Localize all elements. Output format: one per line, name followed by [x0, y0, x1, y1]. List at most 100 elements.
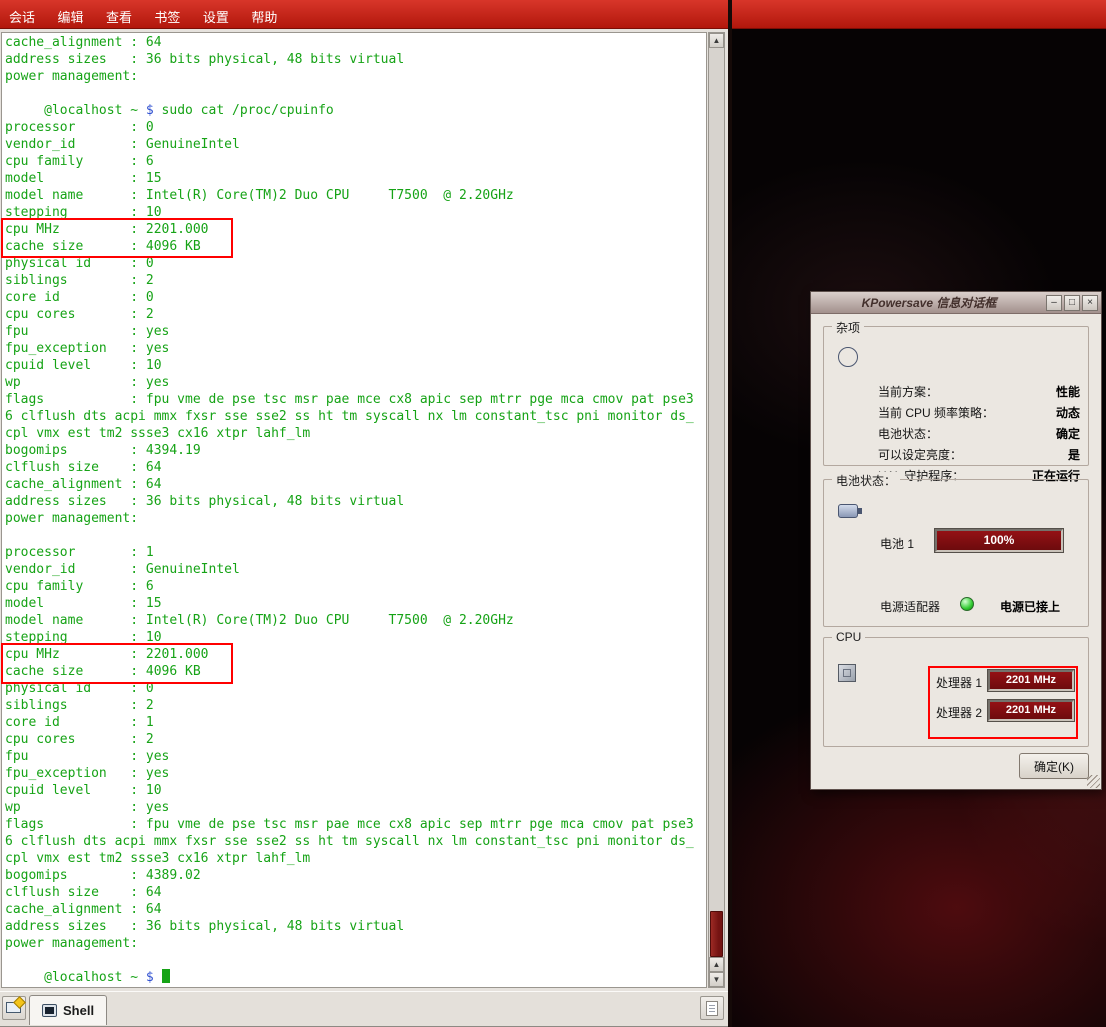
terminal-line: cache_alignment : 64 [5, 901, 694, 918]
terminal-line: model name : Intel(R) Core(TM)2 Duo CPU … [5, 187, 694, 204]
scroll-up-icon[interactable]: ▲ [709, 33, 724, 48]
terminal-line: power management: [5, 510, 694, 527]
processor-1-freq: 2201 MHz [1006, 674, 1056, 686]
terminal-line [5, 952, 694, 969]
terminal-line: cpu family : 6 [5, 578, 694, 595]
menu-edit[interactable]: 编辑 [48, 0, 92, 26]
processor-2-label: 处理器 2 [936, 704, 982, 721]
terminal-line: flags : fpu vme de pse tsc msr pae mce c… [5, 816, 694, 833]
terminal-line: clflush size : 64 [5, 884, 694, 901]
terminal-line: power management: [5, 935, 694, 952]
terminal-line: power management: [5, 68, 694, 85]
session-list-icon [706, 1001, 718, 1016]
terminal-line: siblings : 2 [5, 272, 694, 289]
scroll-down-icon[interactable]: ▼ [709, 972, 724, 987]
terminal-line: bogomips : 4389.02 [5, 867, 694, 884]
menu-view[interactable]: 查看 [97, 0, 141, 26]
terminal-tabbar: Shell [0, 991, 728, 1027]
kpowersave-dialog: KPowersave 信息对话框 – □ × 杂项 当前方案： 性能 当前 CP… [810, 291, 1102, 790]
battery-progress-bar: 100% [935, 529, 1063, 552]
terminal-cursor [162, 969, 170, 983]
maximize-button[interactable]: □ [1064, 295, 1080, 311]
misc-row: 可以设定亮度： 是 [878, 446, 1080, 467]
shell-icon [42, 1004, 57, 1017]
terminal-line: 6 clflush dts acpi mmx fxsr sse sse2 ss … [5, 408, 694, 425]
terminal-line: clflush size : 64 [5, 459, 694, 476]
terminal-line: cpu cores : 2 [5, 306, 694, 323]
new-session-icon [6, 1002, 21, 1013]
terminal-line: 6 clflush dts acpi mmx fxsr sse sse2 ss … [5, 833, 694, 850]
processor-2-freq: 2201 MHz [1006, 704, 1056, 716]
cpu-icon [838, 664, 856, 682]
terminal-line: bogomips : 4394.19 [5, 442, 694, 459]
kpowersave-icon [838, 347, 858, 367]
terminal-line: cpu family : 6 [5, 153, 694, 170]
terminal-menubar: 会话 编辑 查看 书签 设置 帮助 [0, 0, 1106, 29]
tab-shell[interactable]: Shell [29, 995, 107, 1025]
processor-1-label: 处理器 1 [936, 674, 982, 691]
terminal-window: cache_alignment : 64address sizes : 36 b… [0, 29, 728, 991]
terminal-line: physical id : 0 [5, 680, 694, 697]
scroll-up-icon[interactable]: ▲ [709, 957, 724, 972]
terminal-line [5, 85, 694, 102]
terminal-line: model name : Intel(R) Core(TM)2 Duo CPU … [5, 612, 694, 629]
misc-label: 当前 CPU 频率策略： [878, 404, 994, 425]
terminal-line: core id : 0 [5, 289, 694, 306]
terminal-line: address sizes : 36 bits physical, 48 bit… [5, 918, 694, 935]
battery-group: 电池状态： 电池 1 100% 电源适配器 电源已接上 [823, 479, 1089, 627]
terminal-line: cpl vmx est tm2 ssse3 cx16 xtpr lahf_lm [5, 425, 694, 442]
terminal-line: core id : 1 [5, 714, 694, 731]
scrollbar-thumb[interactable] [710, 911, 723, 957]
terminal-line: wp : yes [5, 374, 694, 391]
terminal-line: cpl vmx est tm2 ssse3 cx16 xtpr lahf_lm [5, 850, 694, 867]
terminal-line: flags : fpu vme de pse tsc msr pae mce c… [5, 391, 694, 408]
tab-shell-label: Shell [63, 1003, 94, 1018]
terminal-line: fpu_exception : yes [5, 765, 694, 782]
menu-bookmarks[interactable]: 书签 [145, 0, 189, 26]
dialog-titlebar[interactable]: KPowersave 信息对话框 – □ × [811, 292, 1101, 314]
battery-label: 电池 1 [880, 535, 914, 552]
terminal-line: fpu_exception : yes [5, 340, 694, 357]
resize-grip[interactable] [1087, 775, 1100, 788]
battery-group-title: 电池状态： [832, 472, 900, 489]
terminal-line: cache_alignment : 64 [5, 34, 694, 51]
misc-rows: 当前方案： 性能 当前 CPU 频率策略： 动态 电池状态： 确定 可以设定亮度… [878, 383, 1080, 488]
terminal-line: cache size : 4096 KB [5, 663, 694, 680]
terminal-line: processor : 0 [5, 119, 694, 136]
misc-value: 性能 [1056, 383, 1080, 404]
terminal-line: model : 15 [5, 595, 694, 612]
terminal-line: siblings : 2 [5, 697, 694, 714]
terminal-line: address sizes : 36 bits physical, 48 bit… [5, 51, 694, 68]
session-list-button[interactable] [700, 996, 724, 1020]
terminal-line: cpu MHz : 2201.000 [5, 221, 694, 238]
terminal-line: fpu : yes [5, 323, 694, 340]
terminal-line: cpu cores : 2 [5, 731, 694, 748]
adapter-status: 电源已接上 [1000, 598, 1060, 615]
menu-settings[interactable]: 设置 [194, 0, 238, 26]
terminal-lines: cache_alignment : 64address sizes : 36 b… [5, 34, 694, 986]
ok-button[interactable]: 确定(K) [1019, 753, 1089, 779]
misc-value: 动态 [1056, 404, 1080, 425]
misc-label: 当前方案： [878, 383, 938, 404]
window-divider [728, 0, 732, 1027]
terminal-line: stepping : 10 [5, 629, 694, 646]
new-session-button[interactable] [2, 996, 26, 1020]
terminal-line: vendor_id : GenuineIntel [5, 561, 694, 578]
minimize-button[interactable]: – [1046, 295, 1062, 311]
terminal-line: @localhost ~ $ sudo cat /proc/cpuinfo [5, 102, 694, 119]
close-button[interactable]: × [1082, 295, 1098, 311]
terminal-scrollbar[interactable]: ▲ ▲ ▼ [708, 32, 725, 988]
terminal-line: physical id : 0 [5, 255, 694, 272]
cpu-group: CPU 处理器 1 2201 MHz 处理器 2 2201 MHz [823, 637, 1089, 747]
terminal-line: cache_alignment : 64 [5, 476, 694, 493]
terminal-line: @localhost ~ $ [5, 969, 694, 986]
menu-help[interactable]: 帮助 [242, 0, 286, 26]
terminal-line: wp : yes [5, 799, 694, 816]
processor-1-freq-bar: 2201 MHz [988, 670, 1074, 691]
adapter-led-icon [960, 597, 974, 611]
terminal-line: fpu : yes [5, 748, 694, 765]
misc-row: 电池状态： 确定 [878, 425, 1080, 446]
terminal-output[interactable]: cache_alignment : 64address sizes : 36 b… [1, 32, 707, 988]
terminal-line: model : 15 [5, 170, 694, 187]
menu-session[interactable]: 会话 [0, 0, 44, 26]
